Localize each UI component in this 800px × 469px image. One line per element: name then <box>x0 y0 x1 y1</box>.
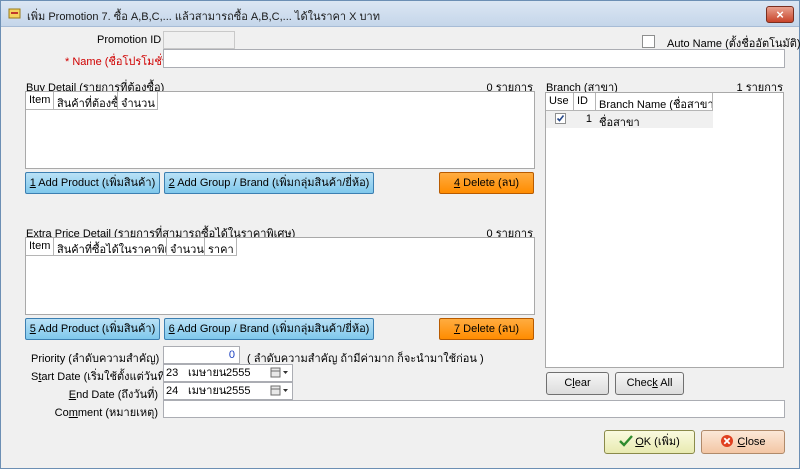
buy-detail-header: Item สินค้าที่ต้องซื้อ จำนวน <box>26 92 158 110</box>
table-row[interactable]: 1 ชื่อสาขา <box>546 111 713 129</box>
start-day: 23 <box>166 367 179 379</box>
buy-add-product-button[interactable]: 1 Add Product (เพิ่มสินค้า) <box>25 172 160 194</box>
title-bar: เพิ่ม Promotion 7. ซื้อ A,B,C,... แล้วสา… <box>1 1 799 27</box>
column-header-item[interactable]: Item <box>26 92 54 110</box>
promotion-id-label: Promotion ID <box>97 34 162 46</box>
promotion-id-field <box>163 31 235 49</box>
clear-button[interactable]: Clear <box>546 372 609 395</box>
extra-detail-header: Item สินค้าที่ซื้อได้ในราคาพิเศษ จำนวน ร… <box>26 238 237 256</box>
column-header-branch-name[interactable]: Branch Name (ชื่อสาขา) <box>596 93 713 111</box>
auto-name-checkbox[interactable] <box>642 35 655 48</box>
priority-input[interactable]: 0 <box>163 346 240 364</box>
extra-delete-button[interactable]: 7 Delete (ลบ) <box>439 318 534 340</box>
buy-detail-grid[interactable]: Item สินค้าที่ต้องซื้อ จำนวน <box>25 91 535 169</box>
start-date-picker[interactable]: 23 เมษายน 2555 <box>163 364 293 382</box>
branch-name-cell: ชื่อสาขา <box>599 117 640 129</box>
check-icon <box>619 435 634 447</box>
column-header-item[interactable]: Item <box>26 238 54 256</box>
branch-id-cell: 1 <box>585 113 592 125</box>
extra-add-group-button[interactable]: 6 Add Group / Brand (เพิ่มกลุ่มสินค้า/ยี… <box>164 318 374 340</box>
column-header-special-product[interactable]: สินค้าที่ซื้อได้ในราคาพิเศษ <box>54 238 167 256</box>
buy-add-group-button[interactable]: 2 Add Group / Brand (เพิ่มกลุ่มสินค้า/ยี… <box>164 172 374 194</box>
name-input[interactable] <box>163 49 785 68</box>
close-icon <box>721 435 734 447</box>
close-button[interactable]: Close <box>701 430 785 454</box>
column-header-use[interactable]: Use <box>546 93 574 111</box>
window-title: เพิ่ม Promotion 7. ซื้อ A,B,C,... แล้วสา… <box>27 11 380 23</box>
start-date-label: Start Date (เริ่มใช้ตั้งแต่วันที่) <box>31 371 169 383</box>
window-close-button[interactable]: × <box>766 6 794 23</box>
comment-label: Comment (หมายเหตุ) <box>54 407 158 419</box>
end-month: เมษายน <box>188 385 227 397</box>
start-month: เมษายน <box>188 367 227 379</box>
column-header-qty[interactable]: จำนวน <box>167 238 205 256</box>
column-header-id[interactable]: ID <box>574 93 596 111</box>
buy-delete-button[interactable]: 4 Delete (ลบ) <box>439 172 534 194</box>
end-date-label: End Date (ถึงวันที่) <box>68 389 158 401</box>
name-label: * Name (ชื่อโปรโมชั่น) <box>65 52 173 70</box>
checkmark-icon <box>556 115 565 122</box>
branch-header: Use ID Branch Name (ชื่อสาขา) <box>546 93 713 111</box>
promotion-dialog: เพิ่ม Promotion 7. ซื้อ A,B,C,... แล้วสา… <box>0 0 800 469</box>
column-header-qty[interactable]: จำนวน <box>118 92 158 110</box>
priority-label: Priority (ลำดับความสำคัญ) <box>31 353 160 365</box>
name-label-text: Name (ชื่อโปรโมชั่น) <box>72 56 174 68</box>
ok-button[interactable]: OK (เพิ่ม) <box>604 430 695 454</box>
start-year: 2555 <box>226 367 251 379</box>
end-date-picker[interactable]: 24 เมษายน 2555 <box>163 382 293 400</box>
end-year: 2555 <box>226 385 251 397</box>
calendar-dropdown-icon[interactable] <box>270 367 290 379</box>
column-header-price[interactable]: ราคา <box>205 238 237 256</box>
column-header-product[interactable]: สินค้าที่ต้องซื้อ <box>54 92 118 110</box>
branch-grid[interactable]: Use ID Branch Name (ชื่อสาขา) 1 ชื่อสาขา <box>545 92 784 368</box>
end-day: 24 <box>166 385 179 397</box>
calendar-dropdown-icon[interactable] <box>270 385 290 397</box>
comment-input[interactable] <box>163 400 785 418</box>
extra-detail-grid[interactable]: Item สินค้าที่ซื้อได้ในราคาพิเศษ จำนวน ร… <box>25 237 535 315</box>
app-icon <box>8 8 21 19</box>
check-all-button[interactable]: Check All <box>615 372 684 395</box>
branch-use-checkbox[interactable] <box>555 113 566 124</box>
extra-add-product-button[interactable]: 5 Add Product (เพิ่มสินค้า) <box>25 318 160 340</box>
